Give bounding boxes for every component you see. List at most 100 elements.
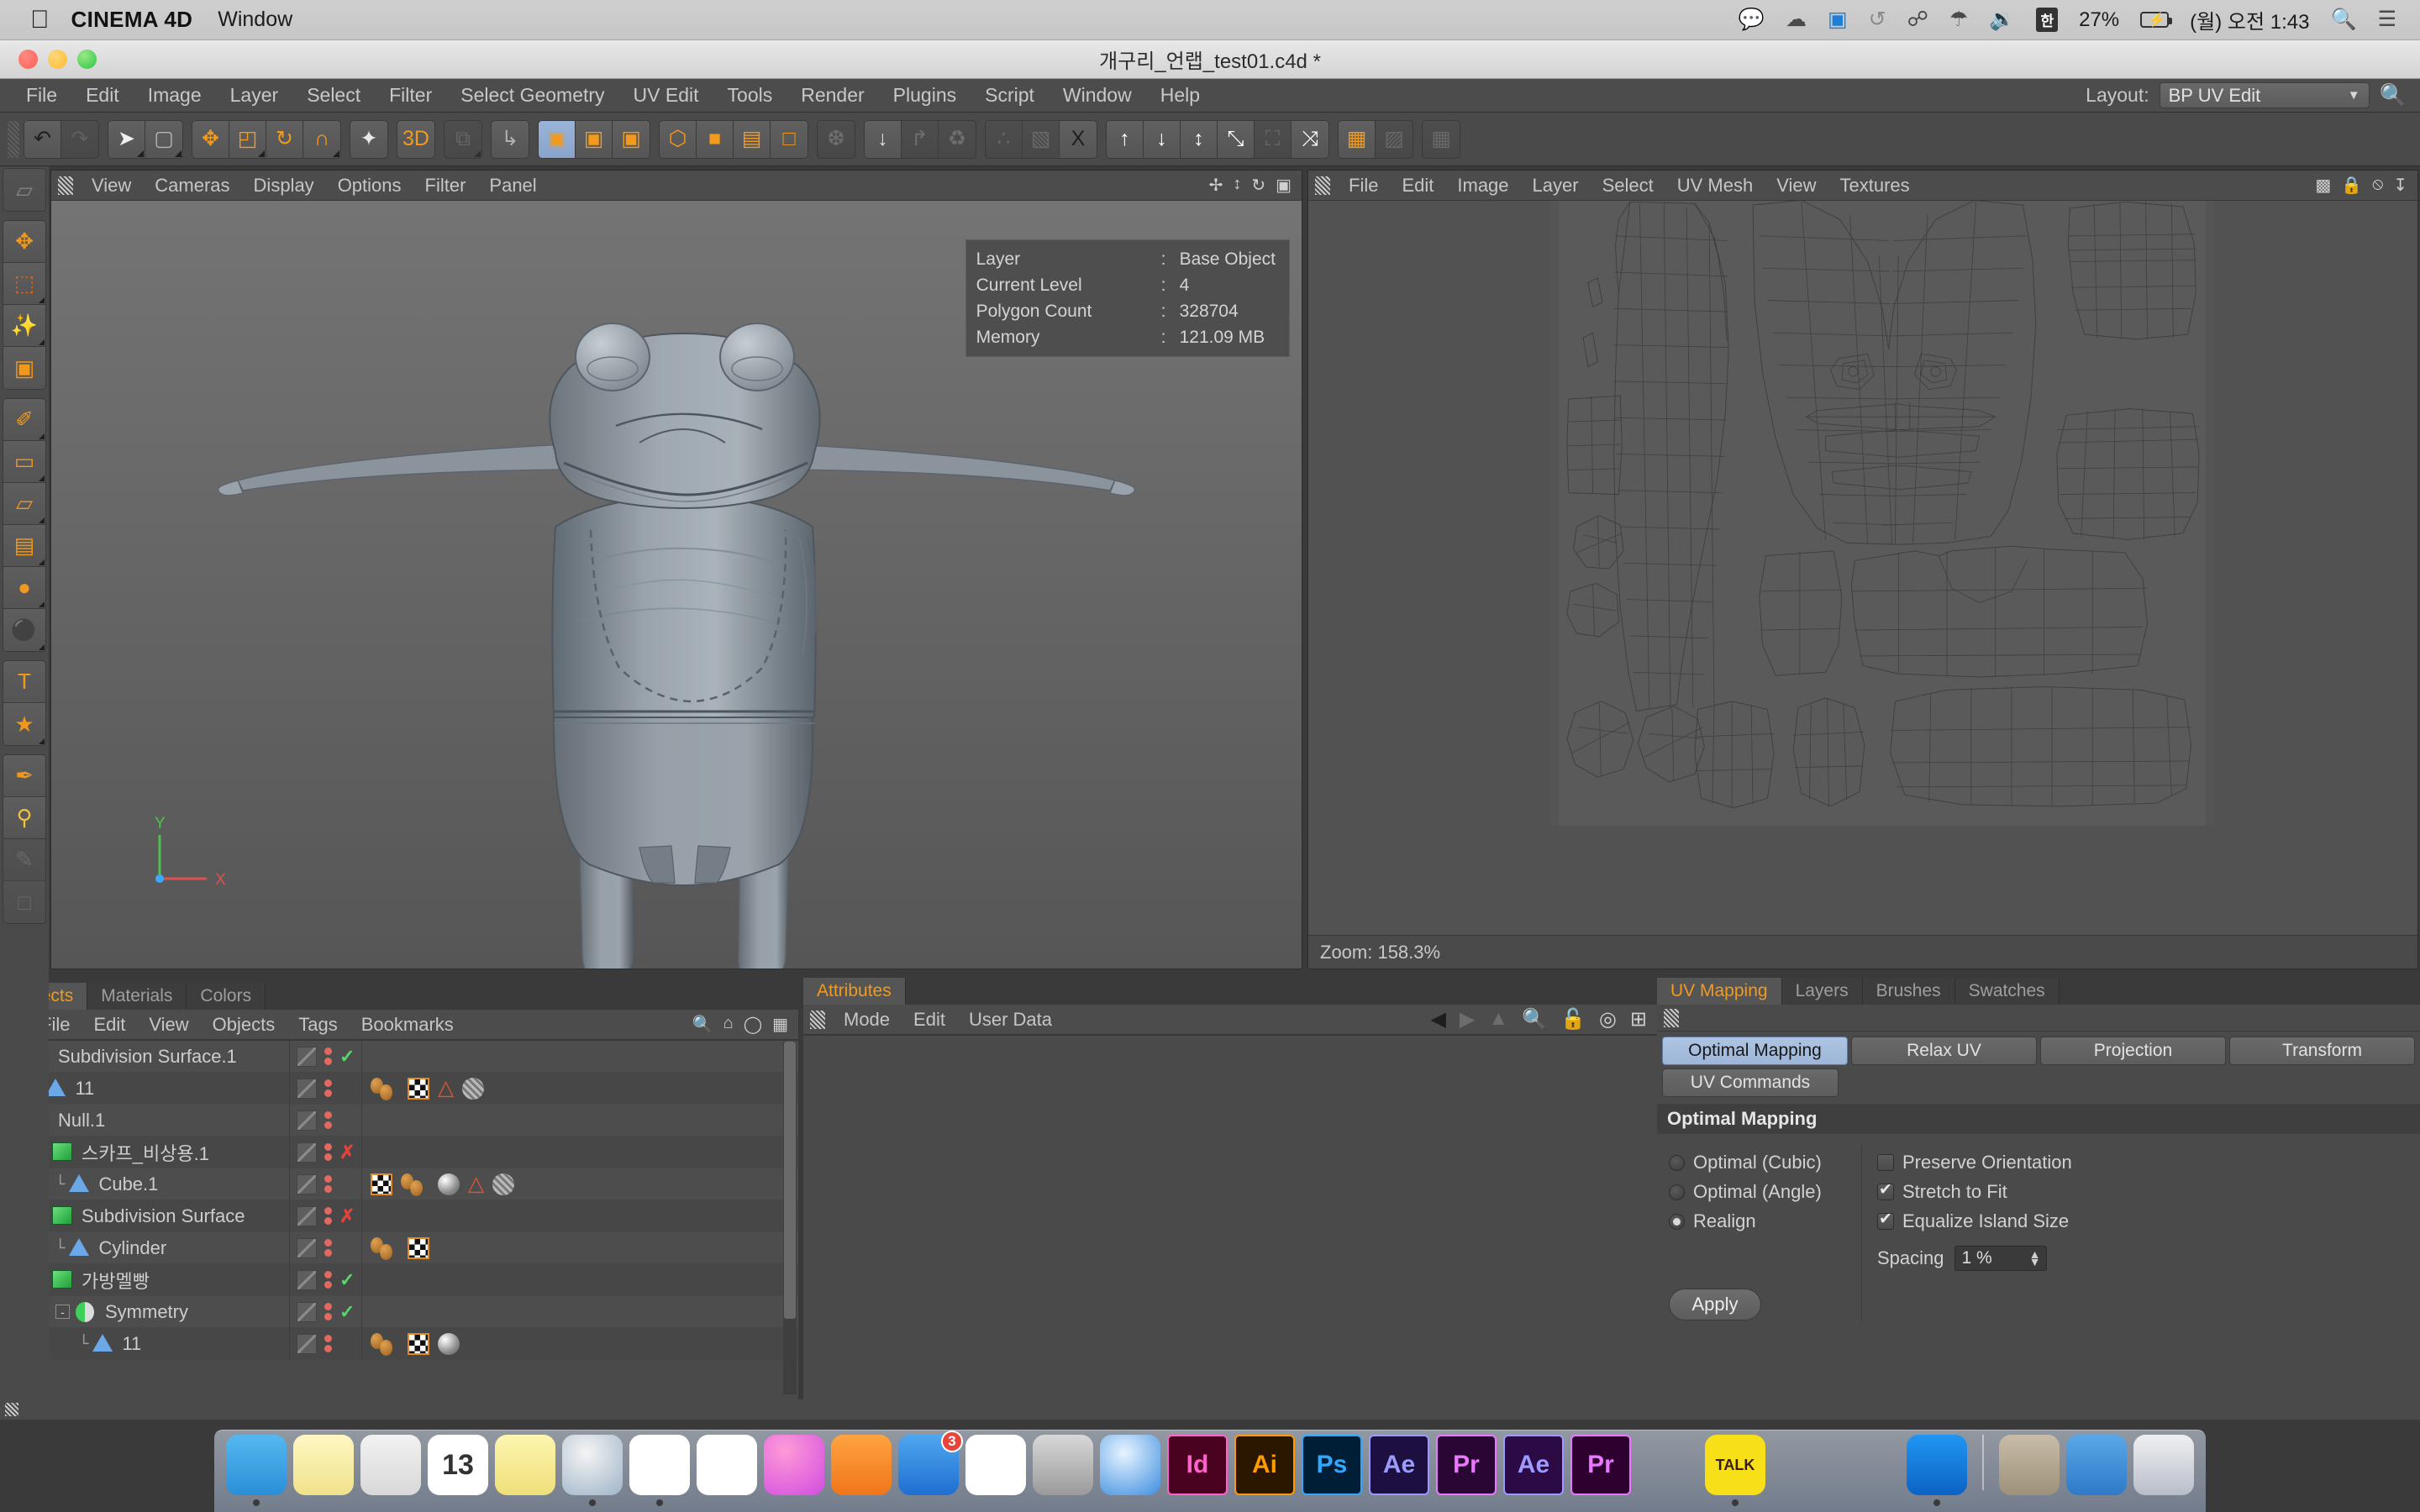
uv-checker-tag-icon[interactable] [371, 1173, 392, 1195]
magic-wand-tool[interactable]: ✨ [3, 305, 45, 347]
pan-icon[interactable]: ✢ [1209, 175, 1223, 196]
object-row[interactable]: └ 11 [0, 1327, 798, 1360]
layer-down-button[interactable]: ↓ [1144, 120, 1181, 158]
texture-points-button[interactable]: ▣ [576, 120, 613, 158]
blur-tool[interactable]: ⚫ [3, 609, 45, 651]
point-mode-button[interactable]: □ [771, 120, 808, 158]
uv-recycle-button[interactable]: ♻ [939, 120, 976, 158]
uv-coordinate-tag-icon[interactable] [371, 1332, 399, 1356]
visibility-dots[interactable] [324, 1175, 332, 1193]
dock-item-ibooks[interactable] [831, 1435, 892, 1495]
live-selection-button[interactable]: ➤ [108, 120, 145, 158]
tab-materials[interactable]: Materials [87, 983, 187, 1010]
app-menu-script[interactable]: Script [971, 84, 1049, 107]
zoom-icon[interactable]: ↕ [1233, 175, 1241, 196]
app-menu-select[interactable]: Select [292, 84, 375, 107]
phong-tag-icon[interactable]: △ [468, 1173, 484, 1194]
layer-swatch-icon[interactable] [297, 1269, 317, 1290]
object-tags-cell[interactable]: △ [361, 1072, 798, 1105]
app-menu-window[interactable]: Window [1049, 84, 1146, 107]
apply-button[interactable]: Apply [1669, 1289, 1761, 1320]
object-tags-cell[interactable] [361, 1231, 798, 1264]
uv-menu-view[interactable]: View [1765, 175, 1828, 197]
uv-menu-select[interactable]: Select [1591, 175, 1665, 197]
undo-button[interactable]: ↶ [24, 120, 61, 158]
visibility-dots[interactable] [324, 1271, 332, 1289]
app-menu-filter[interactable]: Filter [375, 84, 446, 107]
deformer-button[interactable]: ❆ [818, 120, 855, 158]
lock-icon[interactable]: 🔒 [2341, 175, 2362, 196]
dock-item-fontexplorer[interactable] [965, 1435, 1026, 1495]
layer-swatch-icon[interactable] [297, 1301, 317, 1322]
layer-swatch-icon[interactable] [297, 1237, 317, 1258]
layer-fit-button[interactable]: ⛶ [1255, 120, 1292, 158]
clone-tool[interactable]: ✎ [3, 839, 45, 881]
uv-wire-button[interactable]: ⧉ [445, 120, 481, 158]
viewport-menu-display[interactable]: Display [242, 175, 326, 197]
dock-item-calculator[interactable] [2066, 1435, 2127, 1495]
edge-mode-button[interactable]: ▤ [734, 120, 771, 158]
back-arrow-icon[interactable]: ◀ [1430, 1007, 1445, 1032]
objmgr-menu-edit[interactable]: Edit [82, 1014, 137, 1036]
maximize-icon[interactable]: ▣ [1276, 175, 1292, 196]
dock-item-photos[interactable] [697, 1435, 757, 1495]
notification-center-icon[interactable]: ☰ [2378, 9, 2396, 30]
object-tags-cell[interactable] [361, 1041, 798, 1073]
menu-bar-clock[interactable]: (월) 오전 1:43 [2190, 5, 2309, 34]
home-icon[interactable]: ⌂ [723, 1014, 734, 1035]
mode-button-transform[interactable]: Transform [2229, 1037, 2415, 1065]
collapse-icon[interactable]: ↧ [2393, 175, 2407, 196]
battery-percent[interactable]: 27% [2079, 8, 2119, 32]
dock-item-itunes[interactable] [764, 1435, 824, 1495]
teamviewer-icon[interactable]: ▣ [1828, 9, 1848, 30]
disabled-cross-icon[interactable]: ✗ [339, 1205, 355, 1227]
layer-swatch-icon[interactable] [297, 1142, 317, 1163]
dock-item-illustrator[interactable]: Ai [1234, 1435, 1295, 1495]
uv-pack-button[interactable]: ▦ [1339, 120, 1376, 158]
dock-item-finder[interactable] [226, 1435, 287, 1495]
app-menu-uv-edit[interactable]: UV Edit [619, 84, 713, 107]
app-menu-help[interactable]: Help [1146, 84, 1214, 107]
app-menu-edit[interactable]: Edit [71, 84, 134, 107]
color-swatch-tool[interactable]: □ [3, 881, 45, 923]
texture-polygons-button[interactable]: ▣ [613, 120, 650, 158]
histogram-icon[interactable]: ▩ [2315, 175, 2331, 196]
app-menu-file[interactable]: File [12, 84, 71, 107]
active-app-name[interactable]: CINEMA 4D [71, 7, 193, 33]
checkbox-preserve-orientation[interactable]: Preserve Orientation [1877, 1152, 2072, 1173]
layer-stack-button[interactable]: ▧ [1023, 120, 1060, 158]
viewport-menu-panel[interactable]: Panel [477, 175, 548, 197]
panel-grip-icon[interactable] [58, 176, 73, 195]
app-menu-image[interactable]: Image [134, 84, 216, 107]
object-row[interactable]: -가방멜빵✓ [0, 1263, 798, 1296]
redo-button[interactable]: ↷ [61, 120, 98, 158]
disabled-cross-icon[interactable]: ✗ [339, 1142, 355, 1163]
texture-mode-button[interactable]: ▣ [539, 120, 576, 158]
object-tags-cell[interactable]: △ [361, 1168, 798, 1200]
move-copy-tool[interactable]: ✥ [3, 221, 45, 263]
enabled-check-icon[interactable]: ✓ [339, 1301, 355, 1323]
viewport-menu-filter[interactable]: Filter [413, 175, 478, 197]
object-visibility-cell[interactable]: ✓ [289, 1263, 361, 1296]
rotate-tool-button[interactable]: ↻ [266, 120, 303, 158]
layout-dropdown[interactable]: BP UV Edit ▼ [2159, 82, 2370, 108]
layer-swatch-icon[interactable] [297, 1333, 317, 1354]
render-view-button[interactable]: ▢ [145, 120, 182, 158]
input-source-indicator[interactable]: 한 [2036, 8, 2059, 32]
dock-item-calendar[interactable]: 13 [428, 1435, 488, 1495]
uv-menu-file[interactable]: File [1337, 175, 1390, 197]
tab-layers[interactable]: Layers [1781, 978, 1863, 1005]
app-menu-render[interactable]: Render [786, 84, 878, 107]
dock-item-appstore[interactable]: 3 [898, 1431, 963, 1495]
object-tags-cell[interactable] [361, 1263, 798, 1296]
checkbox-equalize-island-size[interactable]: Equalize Island Size [1877, 1210, 2072, 1232]
objmgr-menu-tags[interactable]: Tags [287, 1014, 349, 1036]
mode-button-optimal-mapping[interactable]: Optimal Mapping [1662, 1037, 1848, 1065]
move-tool-button[interactable]: ✥ [192, 120, 229, 158]
dock-item-cinema4d[interactable] [562, 1435, 623, 1495]
wifi-icon[interactable]: ☂ [1949, 9, 1968, 30]
object-visibility-cell[interactable]: ✗ [289, 1136, 361, 1168]
object-row[interactable]: - Symmetry ✓ [0, 1295, 798, 1328]
material-tag-icon[interactable] [438, 1332, 460, 1355]
eye-icon[interactable]: ◯ [744, 1014, 762, 1035]
